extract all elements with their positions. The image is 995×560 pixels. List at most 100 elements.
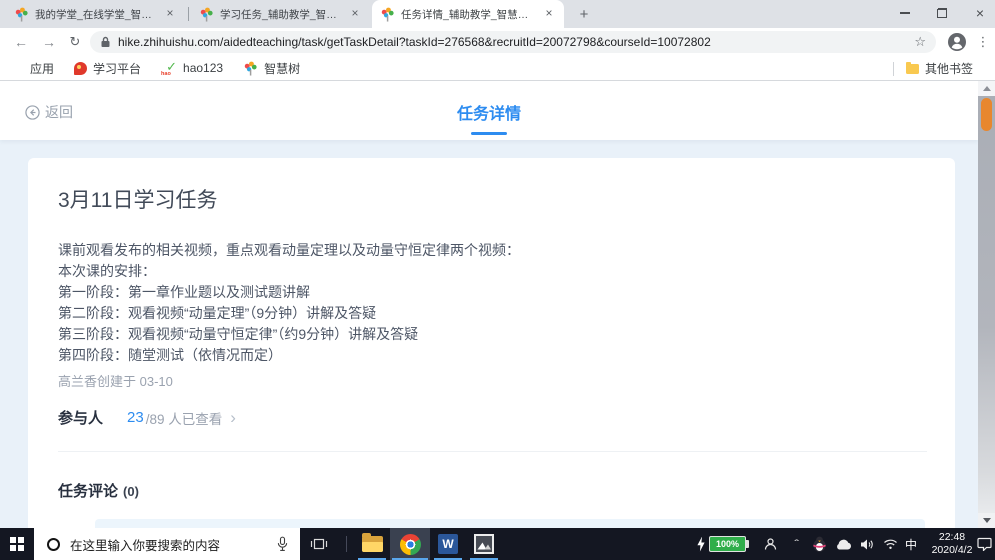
volume-tray-icon[interactable] — [858, 528, 876, 560]
bookmarks-separator — [892, 61, 894, 76]
page-scrollbar[interactable] — [978, 81, 995, 528]
task-description: 课前观看发布的相关视频，重点观看动量定理以及动量守恒定律两个视频： 本次课的安排… — [58, 240, 520, 366]
tab-close-icon[interactable]: × — [163, 7, 177, 21]
word-icon: W — [438, 534, 458, 554]
clock-time: 22:48 — [938, 531, 966, 543]
bookmark-apps[interactable]: 应用 — [12, 60, 54, 77]
avatar-icon — [948, 33, 966, 51]
bookmarks-bar: 应用 学习平台 ✓ hao hao123 智慧树 其他书签 — [0, 56, 995, 81]
word-button[interactable]: W — [430, 528, 466, 560]
reload-button[interactable]: ↻ — [64, 31, 86, 53]
file-explorer-button[interactable] — [354, 528, 390, 560]
charging-bolt-icon — [695, 528, 707, 560]
browser-menu-button[interactable]: ⋮ — [974, 31, 992, 53]
task-view-button[interactable] — [302, 528, 336, 560]
onedrive-tray-icon[interactable] — [833, 528, 853, 560]
back-link[interactable]: 返回 — [25, 102, 73, 122]
folder-icon — [905, 61, 919, 74]
back-label: 返回 — [45, 104, 73, 120]
page-header: 返回 任务详情 — [0, 81, 978, 140]
url-text: hike.zhihuishu.com/aidedteaching/task/ge… — [118, 35, 711, 49]
window-restore-button[interactable] — [925, 0, 959, 26]
new-tab-button[interactable]: + — [572, 4, 596, 28]
comments-header: 任务评论 (0) — [58, 480, 139, 501]
tab-close-icon[interactable]: × — [542, 7, 556, 21]
start-button[interactable] — [0, 528, 34, 560]
photos-button[interactable] — [466, 528, 502, 560]
bookmark-hao123[interactable]: ✓ hao hao123 — [161, 58, 224, 77]
tab-title: 学习任务_辅助教学_智慧树网 — [220, 8, 342, 21]
task-description-line: 第四阶段：随堂测试（依情况而定） — [58, 347, 282, 363]
bookmark-zhihuishu[interactable]: 智慧树 — [243, 60, 300, 77]
windows-taskbar: 在这里输入你要搜索的内容 W 100% ˆ 中 22:48 2020/4/2 — [0, 528, 995, 560]
bookmark-star-icon[interactable]: ☆ — [914, 34, 926, 50]
action-center-button[interactable] — [974, 528, 994, 560]
browser-toolbar: ← → ↻ hike.zhihuishu.com/aidedteaching/t… — [0, 28, 995, 56]
chrome-button-active[interactable] — [390, 528, 430, 560]
task-description-line: 课前观看发布的相关视频，重点观看动量定理以及动量守恒定律两个视频： — [58, 242, 520, 258]
taskbar-search-box[interactable]: 在这里输入你要搜索的内容 — [34, 528, 300, 560]
bookmark-label: hao123 — [183, 61, 224, 75]
browser-tab-1[interactable]: 我的学堂_在线学堂_智慧树 × — [6, 0, 185, 28]
ime-indicator[interactable]: 中 — [902, 528, 920, 560]
bookmark-label: 学习平台 — [93, 61, 142, 76]
browser-tab-2[interactable]: 学习任务_辅助教学_智慧树网 × — [191, 0, 370, 28]
battery-indicator[interactable]: 100% — [709, 536, 749, 552]
zhihuishu-tree-icon — [243, 61, 258, 76]
browser-tab-strip: 我的学堂_在线学堂_智慧树 × 学习任务_辅助教学_智慧树网 × 任务详情_辅助… — [0, 0, 995, 28]
zhihuishu-favicon-icon — [15, 7, 28, 22]
qq-tray-icon[interactable] — [810, 528, 828, 560]
window-minimize-button[interactable] — [888, 0, 922, 26]
participants-label: 参与人 — [58, 410, 104, 427]
participants-row[interactable]: 参与人 23 /89 人已查看 › — [58, 407, 236, 428]
tab-title: 我的学堂_在线学堂_智慧树 — [35, 8, 157, 21]
page-title-tab[interactable]: 任务详情 — [457, 100, 521, 135]
page-title: 任务详情 — [456, 106, 522, 123]
clock-date: 2020/4/2 — [931, 544, 973, 556]
task-description-line: 第二阶段：观看视频“动量定理”（9分钟）讲解及答疑 — [58, 305, 377, 321]
search-placeholder: 在这里输入你要搜索的内容 — [70, 538, 221, 553]
hao123-icon: ✓ hao — [161, 58, 178, 77]
comment-input-box[interactable] — [95, 519, 925, 528]
zhihuishu-favicon-icon — [381, 7, 394, 22]
file-explorer-icon — [361, 533, 383, 552]
restore-icon — [937, 8, 947, 18]
section-divider — [58, 451, 927, 452]
forward-button[interactable]: → — [38, 31, 60, 53]
comments-count: (0) — [123, 484, 139, 499]
scrollbar-thumb[interactable] — [981, 98, 992, 131]
desktop-screen: 我的学堂_在线学堂_智慧树 × 学习任务_辅助教学_智慧树网 × 任务详情_辅助… — [0, 0, 995, 560]
chevron-right-icon[interactable]: › — [230, 409, 236, 426]
task-description-line: 本次课的安排： — [58, 263, 156, 279]
task-detail-card: 3月11日学习任务 课前观看发布的相关视频，重点观看动量定理以及动量守恒定律两个… — [28, 158, 955, 528]
profile-button[interactable] — [946, 31, 968, 53]
tab-close-icon[interactable]: × — [348, 7, 362, 21]
task-description-line: 第三阶段：观看视频“动量守恒定律”（约9分钟）讲解及答疑 — [58, 326, 419, 342]
close-icon: × — [975, 5, 985, 21]
taskbar-divider — [346, 536, 347, 552]
address-bar[interactable]: hike.zhihuishu.com/aidedteaching/task/ge… — [90, 31, 936, 53]
ime-label: 中 — [904, 537, 917, 552]
bookmark-learning-platform[interactable]: 学习平台 — [74, 60, 141, 77]
microphone-icon[interactable] — [277, 536, 288, 552]
window-close-button[interactable]: × — [963, 0, 995, 26]
browser-tab-3-active[interactable]: 任务详情_辅助教学_智慧树网 × — [372, 0, 564, 28]
other-bookmarks-label: 其他书签 — [924, 62, 973, 76]
windows-logo-icon — [9, 536, 25, 552]
other-bookmarks-button[interactable]: 其他书签 — [892, 56, 973, 81]
active-tab-underline — [470, 132, 507, 135]
wifi-tray-icon[interactable] — [881, 528, 899, 560]
show-hidden-icons-button[interactable]: ˆ — [788, 528, 806, 560]
cortana-icon — [47, 537, 60, 551]
people-tray-icon[interactable] — [760, 528, 780, 560]
battery-percent: 100% — [715, 539, 740, 549]
taskbar-clock[interactable]: 22:48 2020/4/2 — [924, 531, 980, 557]
page-viewport: 返回 任务详情 3月11日学习任务 课前观看发布的相关视频，重点观看动量定理以及… — [0, 81, 978, 528]
creator-info: 高兰香创建于 03-10 — [58, 374, 173, 389]
scrollbar-down-button[interactable] — [978, 513, 995, 528]
back-button[interactable]: ← — [10, 31, 32, 53]
zhihuishu-favicon-icon — [200, 7, 213, 22]
viewed-count: 23 — [127, 409, 144, 426]
scrollbar-up-button[interactable] — [978, 81, 995, 96]
learning-platform-icon — [74, 61, 88, 75]
